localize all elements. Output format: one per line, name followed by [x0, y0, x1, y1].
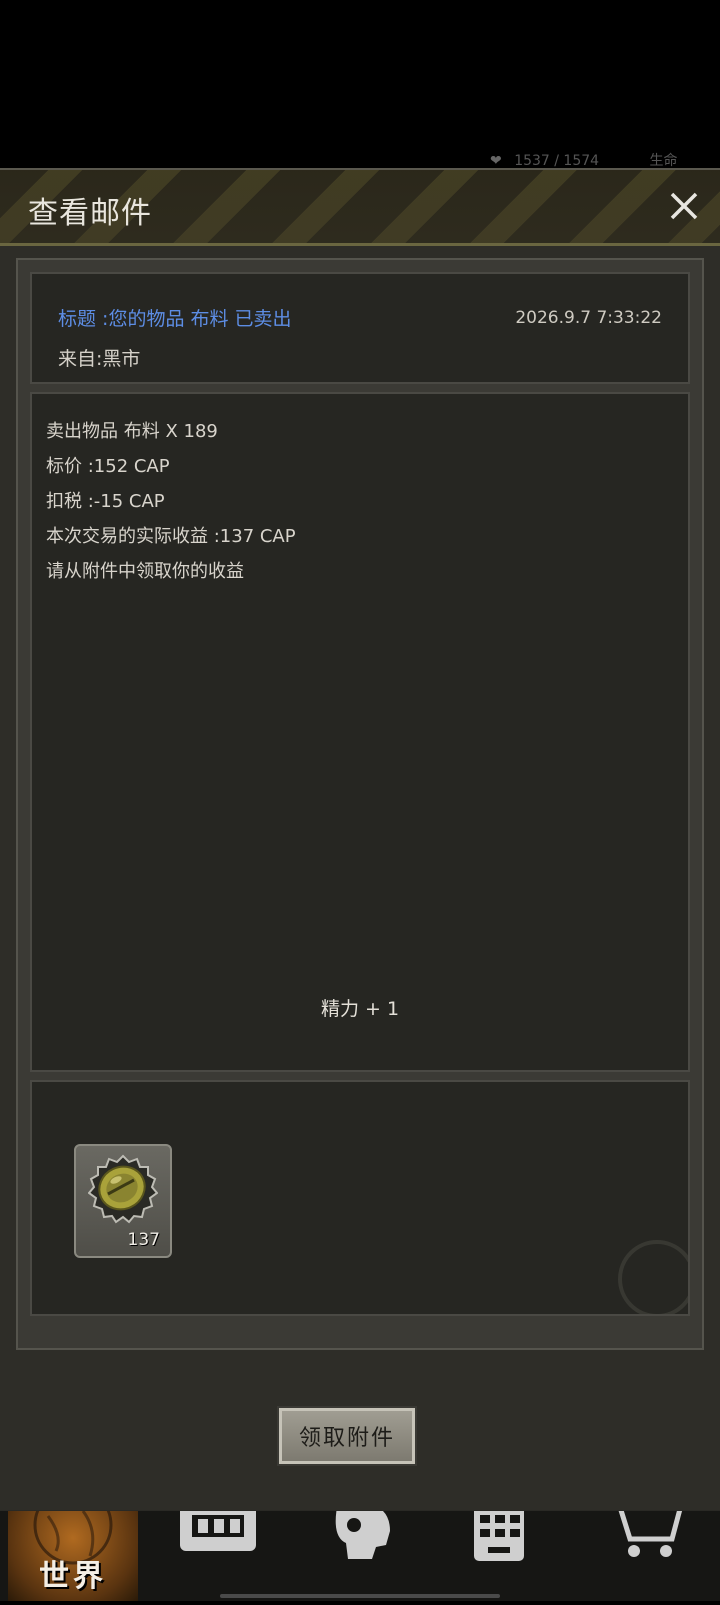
mail-body[interactable]: 卖出物品 布料 X 189 标价 :152 CAP 扣税 :-15 CAP 本次… [30, 392, 690, 1072]
body-line: 本次交易的实际收益 :137 CAP [46, 526, 296, 547]
hp-label: 生命 [649, 153, 678, 169]
nav-world[interactable]: 世界 [8, 1511, 138, 1601]
head-skill-icon [335, 1502, 390, 1559]
mail-dialog: 查看邮件 标题 :您的物品 布料 已卖出 来自:黑市 2026.9.7 7:33… [0, 168, 720, 1510]
attachment-count: 137 [127, 1230, 160, 1250]
backpack-icon [180, 1505, 256, 1551]
nav-world-label: 世界 [39, 1559, 107, 1594]
body-line: 卖出物品 布料 X 189 [46, 421, 218, 442]
close-icon [670, 192, 698, 220]
nav-base[interactable] [446, 1505, 576, 1601]
bottom-nav: 世界 [0, 1502, 720, 1601]
claim-attachment-button[interactable]: 领取附件 [279, 1408, 415, 1464]
dialog-title: 查看邮件 [28, 196, 152, 231]
nav-skills[interactable] [302, 1502, 432, 1601]
mail-panel: 标题 :您的物品 布料 已卖出 来自:黑市 2026.9.7 7:33:22 卖… [16, 258, 704, 1350]
heart-icon: ❤ [490, 153, 502, 169]
mail-body-text: 卖出物品 布料 X 189 标价 :152 CAP 扣税 :-15 CAP 本次… [46, 414, 296, 589]
cart-icon [608, 1504, 683, 1557]
mail-sender: 来自:黑市 [58, 348, 141, 370]
close-button[interactable] [662, 184, 706, 228]
mail-subject: 标题 :您的物品 布料 已卖出 [58, 308, 292, 330]
body-line: 标价 :152 CAP [46, 456, 170, 477]
attachment-item[interactable]: 137 [74, 1144, 172, 1258]
nav-inventory[interactable] [158, 1505, 288, 1601]
background-status-bar: ❤ 1537 / 1574 生命 [490, 150, 720, 170]
radiation-watermark-icon [618, 1240, 688, 1314]
dialog-header: 查看邮件 [0, 170, 720, 246]
mail-meta: 标题 :您的物品 布料 已卖出 来自:黑市 2026.9.7 7:33:22 [30, 272, 690, 384]
energy-bonus: 精力 + 1 [320, 998, 400, 1020]
nav-shop[interactable] [590, 1504, 720, 1601]
body-line: 请从附件中领取你的收益 [46, 561, 244, 582]
hp-value: 1537 / 1574 [514, 153, 600, 169]
attachment-area: 137 [30, 1080, 690, 1316]
body-line: 扣税 :-15 CAP [46, 491, 165, 512]
mail-datetime: 2026.9.7 7:33:22 [515, 308, 662, 328]
building-icon [474, 1505, 524, 1561]
bottle-cap-icon [88, 1154, 158, 1224]
home-indicator[interactable] [220, 1594, 500, 1598]
